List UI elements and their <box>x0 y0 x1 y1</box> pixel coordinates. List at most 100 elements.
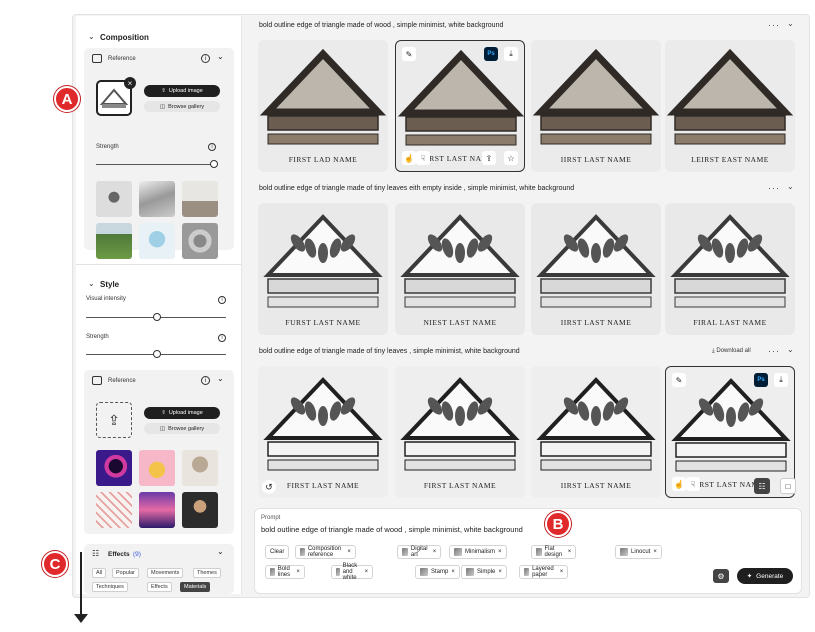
download-all-button[interactable]: ⤓ Download all <box>712 348 751 355</box>
tab-techniques[interactable]: Techniques <box>92 582 128 592</box>
generated-image[interactable]: IIRST LAST NAME <box>531 366 661 498</box>
effect-chip[interactable]: Black and white × <box>331 563 374 581</box>
slider-handle[interactable] <box>153 313 161 321</box>
settings-toggle-icon[interactable]: ⚙ <box>713 569 729 583</box>
gallery-thumb[interactable] <box>182 223 218 259</box>
effect-chip[interactable]: Stamp × <box>415 565 460 579</box>
edit-icon[interactable]: ✎ <box>402 47 416 61</box>
generated-image[interactable]: FIRAL LAST NAME <box>665 203 795 335</box>
share-icon[interactable]: ⇪ <box>482 151 496 165</box>
info-icon[interactable]: i <box>201 376 210 385</box>
chevron-down-icon[interactable]: ⌄ <box>787 345 794 354</box>
remove-chip-icon[interactable]: × <box>347 549 351 555</box>
effect-chip[interactable]: Simple × <box>461 565 507 579</box>
gallery-thumb[interactable] <box>96 181 132 217</box>
browse-gallery-button[interactable]: ◫ Browse gallery <box>144 101 220 112</box>
generate-button[interactable]: ✦ Generate <box>737 568 793 584</box>
prompt-input[interactable]: bold outline edge of triangle made of wo… <box>261 525 523 534</box>
gallery-thumb[interactable] <box>139 223 175 259</box>
more-options-icon[interactable]: ··· <box>768 183 780 193</box>
effect-chip[interactable]: Bold lines × <box>265 565 305 579</box>
more-options-icon[interactable]: ··· <box>768 346 780 356</box>
chevron-down-icon[interactable]: ⌄ <box>787 19 794 28</box>
upload-image-button[interactable]: ⇧ Upload image <box>144 85 220 97</box>
remove-chip-icon[interactable]: × <box>653 549 657 555</box>
chevron-down-icon[interactable]: ⌄ <box>217 52 224 61</box>
remove-chip-icon[interactable]: × <box>498 569 502 575</box>
style-thumb[interactable] <box>96 450 132 486</box>
remove-chip-icon[interactable]: × <box>451 569 455 575</box>
remove-chip-icon[interactable]: × <box>568 549 572 555</box>
download-icon[interactable]: ⤓ <box>504 47 518 61</box>
style-thumb[interactable] <box>139 450 175 486</box>
generated-image[interactable]: IIRST LAST NAME <box>531 203 661 335</box>
edit-icon[interactable]: ✎ <box>672 373 686 387</box>
favorite-icon[interactable]: ☆ <box>504 151 518 165</box>
gallery-thumb[interactable] <box>182 181 218 217</box>
generated-image[interactable]: IRST LAST NAME ✎ Ps ⤓ ☝ ☟ <box>665 366 795 498</box>
tab-popular[interactable]: Popular <box>112 568 139 578</box>
style-thumb[interactable] <box>139 492 175 528</box>
info-icon[interactable]: i <box>218 334 226 342</box>
thumbs-up-icon[interactable]: ☝ <box>402 151 416 165</box>
chevron-down-icon[interactable]: ⌄ <box>787 182 794 191</box>
generated-image[interactable]: FIRST LAD NAME <box>258 40 388 172</box>
tab-effects[interactable]: Effects <box>147 582 172 592</box>
effect-chip[interactable]: Digital art × <box>397 545 442 559</box>
remove-chip-icon[interactable]: × <box>498 549 502 555</box>
effect-chip[interactable]: Layered paper × <box>519 565 569 579</box>
style-thumb[interactable] <box>96 492 132 528</box>
generated-image[interactable]: FIRST LAST NAME <box>258 366 388 498</box>
style-thumb[interactable] <box>182 492 218 528</box>
remove-chip-icon[interactable]: × <box>365 569 369 575</box>
photoshop-icon[interactable]: Ps <box>484 47 498 61</box>
info-icon[interactable]: i <box>208 143 216 151</box>
effect-chip[interactable]: Minimalism × <box>449 545 507 559</box>
remove-chip-icon[interactable]: × <box>433 549 437 555</box>
upload-drop-icon[interactable]: ⇪ <box>96 402 132 438</box>
single-view-icon[interactable]: □ <box>780 478 796 494</box>
photoshop-icon[interactable]: Ps <box>754 373 768 387</box>
grid-view-icon[interactable]: ☷ <box>754 478 770 494</box>
effect-chip[interactable]: Flat design × <box>531 545 577 559</box>
chevron-down-icon[interactable]: ⌄ <box>88 32 95 41</box>
generated-image[interactable]: IRST LAST NAME ✎ Ps ⤓ ☝ ☟ ⇪ ☆ <box>395 40 525 172</box>
remove-chip-icon[interactable]: × <box>560 569 564 575</box>
gallery-thumb[interactable] <box>139 181 175 217</box>
composition-strength-slider[interactable] <box>96 164 214 165</box>
tab-all[interactable]: All <box>92 568 107 578</box>
remove-image-icon[interactable]: × <box>124 77 136 89</box>
effect-chip[interactable]: Composition reference × <box>295 545 356 559</box>
chevron-down-icon[interactable]: ⌄ <box>217 547 224 556</box>
history-icon[interactable]: ↺ <box>262 480 276 494</box>
gallery-thumb[interactable] <box>96 223 132 259</box>
generated-image[interactable]: NIEST LAST NAME <box>395 203 525 335</box>
tab-themes[interactable]: Themes <box>193 568 221 578</box>
thumbs-down-icon[interactable]: ☟ <box>686 477 700 491</box>
generate-icon: ✦ <box>746 573 753 580</box>
clear-button[interactable]: Clear <box>265 545 290 559</box>
generated-image[interactable]: LEIRST EAST NAME <box>665 40 795 172</box>
chevron-down-icon[interactable]: ⌄ <box>88 279 95 288</box>
thumbs-down-icon[interactable]: ☟ <box>416 151 430 165</box>
generated-image[interactable]: FURST LAST NAME <box>258 203 388 335</box>
tab-movements[interactable]: Movements <box>147 568 184 578</box>
generated-image[interactable]: IIRST LAST NAME <box>531 40 661 172</box>
style-thumb[interactable] <box>182 450 218 486</box>
thumbs-up-icon[interactable]: ☝ <box>672 477 686 491</box>
slider-handle[interactable] <box>153 350 161 358</box>
slider-handle[interactable] <box>210 160 218 168</box>
upload-image-button[interactable]: ⇧ Upload image <box>144 407 220 419</box>
chevron-down-icon[interactable]: ⌄ <box>217 374 224 383</box>
browse-gallery-button[interactable]: ◫ Browse gallery <box>144 423 220 434</box>
tab-materials[interactable]: Materials <box>180 582 211 592</box>
generated-image[interactable]: FIRST LAST NAME <box>395 366 525 498</box>
info-icon[interactable]: i <box>218 296 226 304</box>
info-icon[interactable]: i <box>201 54 210 63</box>
download-icon[interactable]: ⤓ <box>774 373 788 387</box>
effect-chip[interactable]: Linocut × <box>615 545 662 559</box>
more-options-icon[interactable]: ··· <box>768 20 780 30</box>
remove-chip-icon[interactable]: × <box>296 569 300 575</box>
triangle-artwork <box>263 214 383 308</box>
arrow-down-icon <box>74 614 88 623</box>
